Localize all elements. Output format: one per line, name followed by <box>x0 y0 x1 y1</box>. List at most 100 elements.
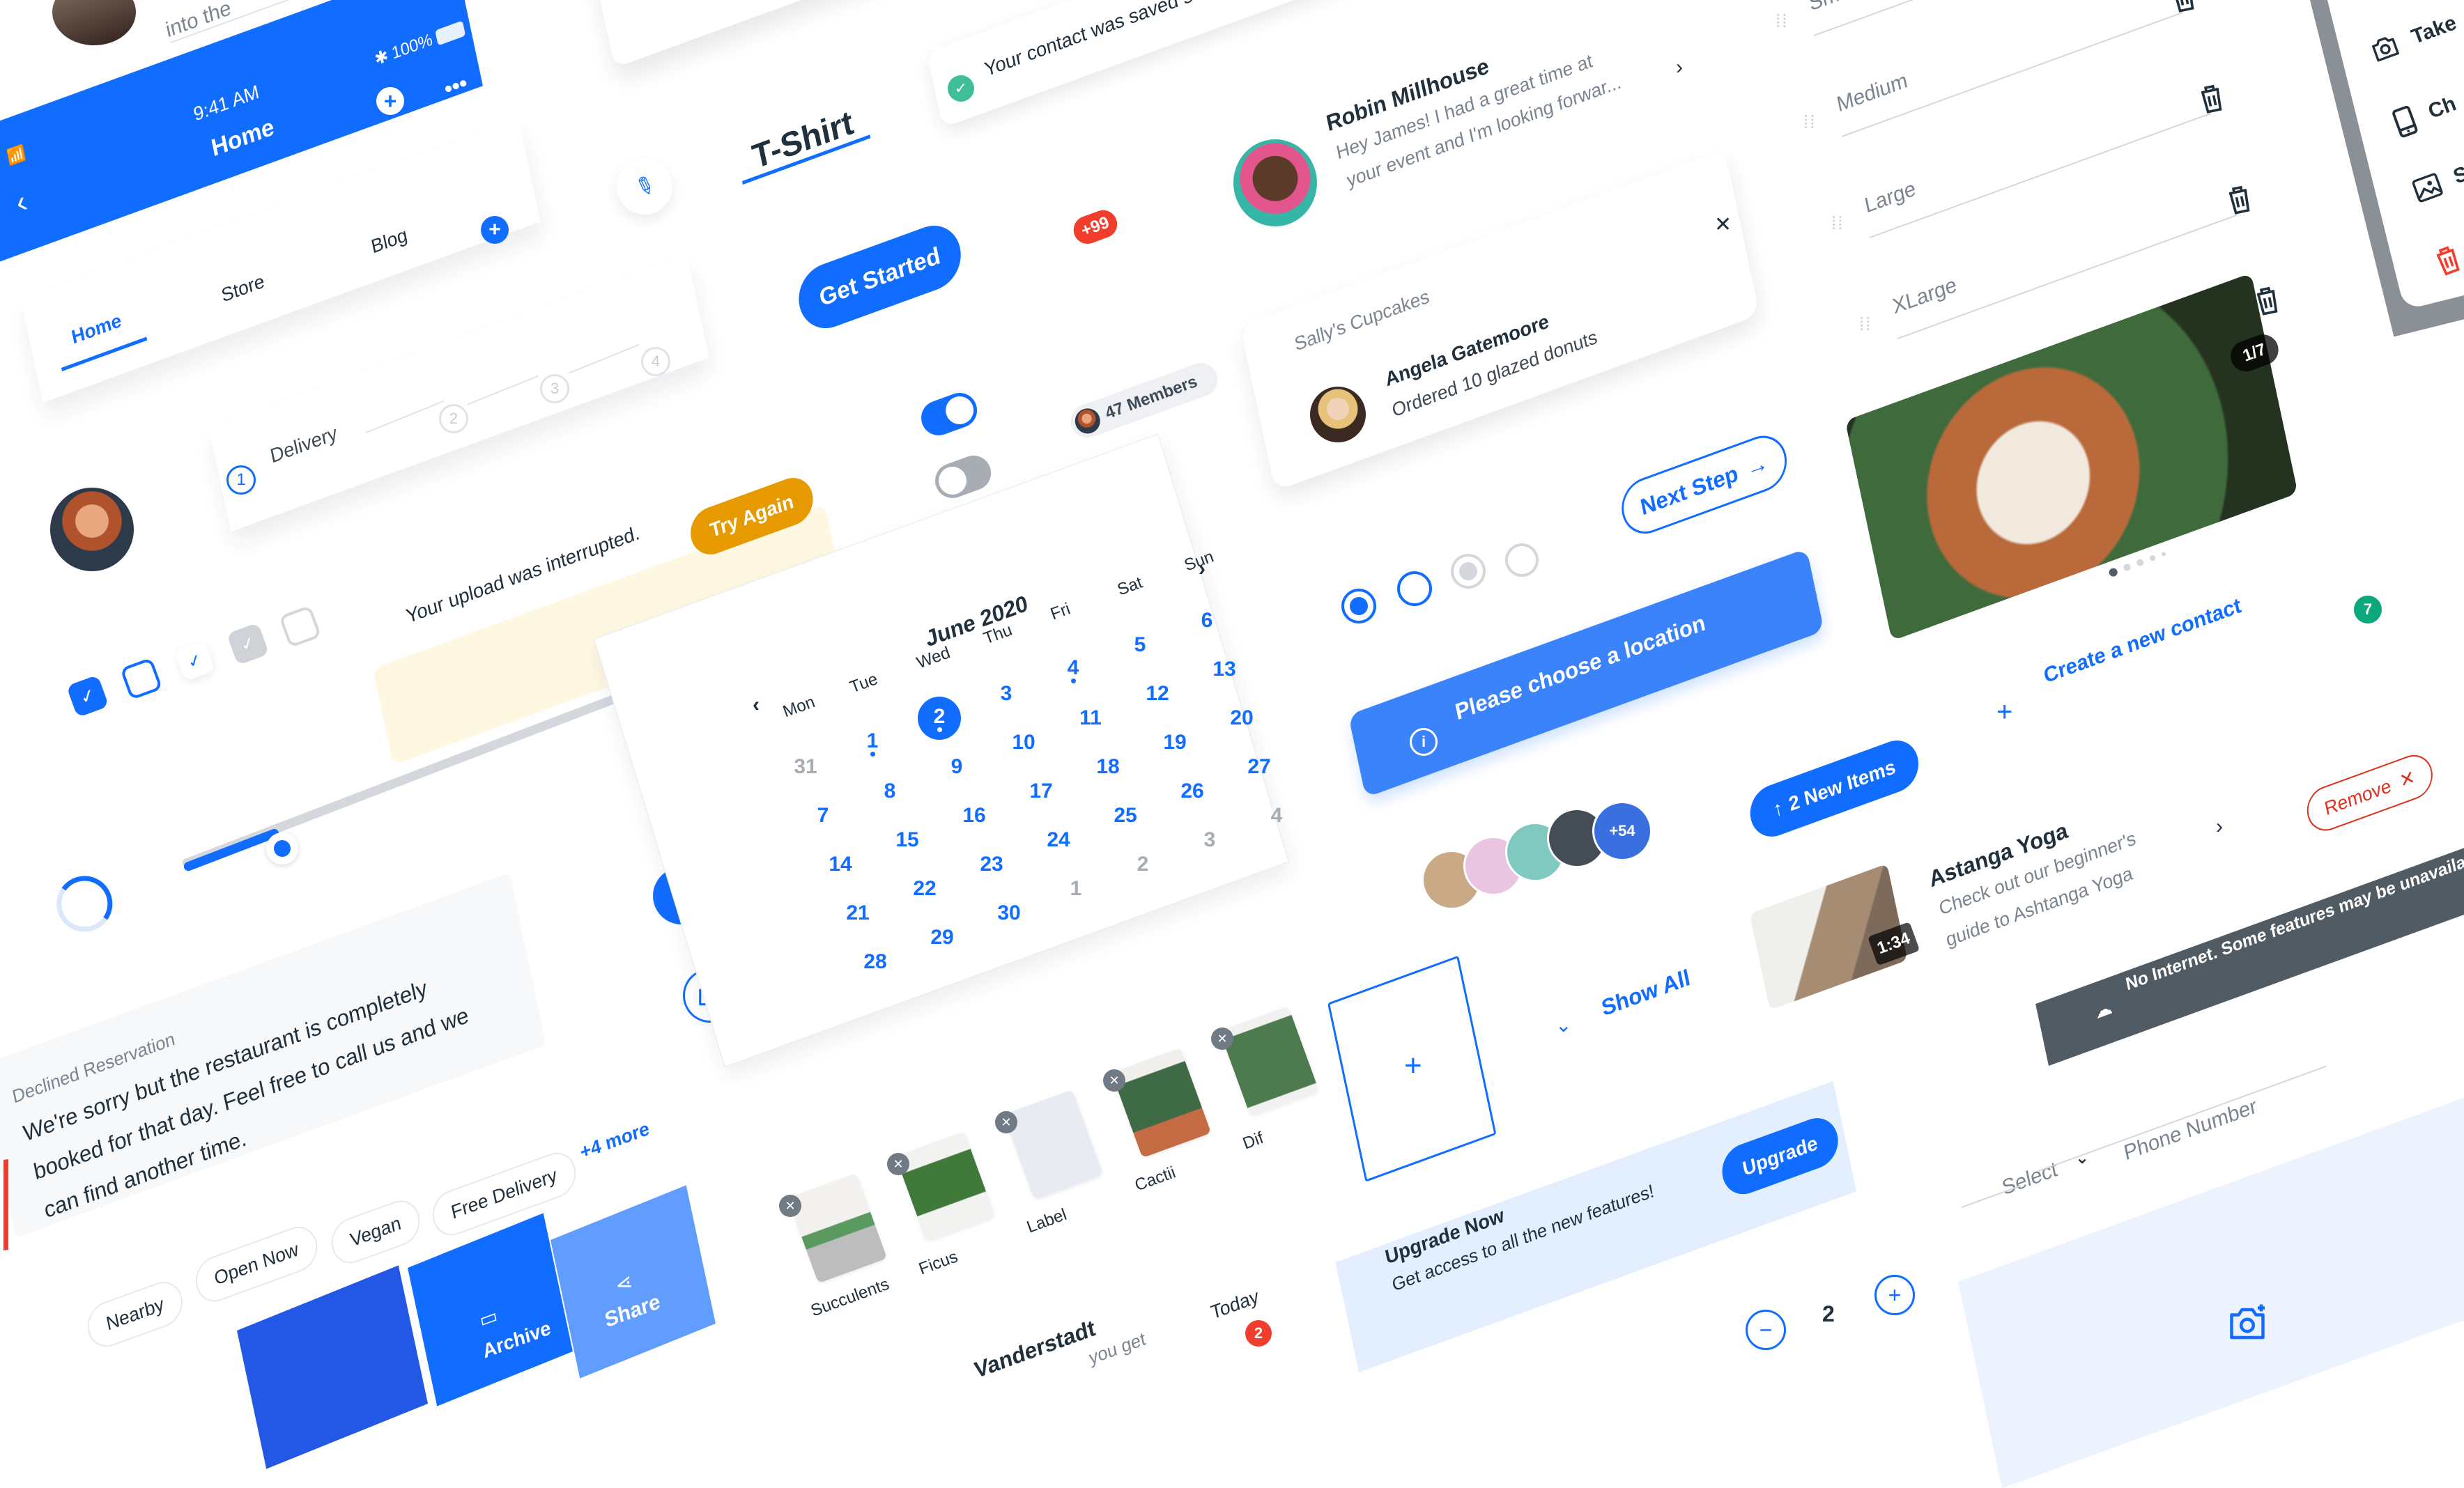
remove-thumbnail-icon[interactable]: ✕ <box>887 1153 909 1175</box>
checkbox-checked-light[interactable]: ✓ <box>174 640 215 682</box>
calendar-day[interactable]: 24 <box>1037 819 1080 862</box>
chip-vegan[interactable]: Vegan <box>328 1194 424 1270</box>
radio-selected[interactable] <box>1341 589 1376 623</box>
page-dot[interactable] <box>2161 551 2166 557</box>
calendar-day[interactable]: 5 <box>1118 623 1162 667</box>
toggle-on[interactable] <box>916 387 983 440</box>
calendar-day[interactable]: 10 <box>1002 721 1045 764</box>
page-dot[interactable] <box>2123 562 2132 572</box>
calendar-day[interactable]: 8 <box>868 770 911 813</box>
remove-chip[interactable]: Remove ✕ <box>2303 749 2437 837</box>
calendar-day-selected[interactable]: 2 <box>918 697 961 740</box>
calendar-day[interactable]: 3 <box>985 672 1028 715</box>
page-dot-active[interactable] <box>2108 566 2119 578</box>
remove-thumbnail-icon[interactable]: ✕ <box>995 1111 1017 1133</box>
calendar-day[interactable]: 16 <box>953 794 996 837</box>
increment-button[interactable]: + <box>1874 1275 1915 1315</box>
calendar-day[interactable]: 22 <box>903 867 946 910</box>
calendar-day[interactable]: 18 <box>1086 745 1130 789</box>
page-dot[interactable] <box>2135 558 2145 567</box>
thumbnail-image[interactable] <box>787 1173 888 1284</box>
step-2[interactable]: 2 <box>439 404 468 433</box>
size-option-input[interactable]: XLarge <box>1891 273 1959 320</box>
new-items-button[interactable]: ↑ 2 New Items <box>1746 733 1923 844</box>
thumbnail-placeholder[interactable] <box>1003 1090 1104 1200</box>
loading-spinner <box>52 871 117 936</box>
step-1[interactable]: 1 <box>226 465 256 495</box>
create-contact-link[interactable]: Create a new contact <box>2042 594 2243 688</box>
calendar-prev-icon[interactable]: ‹ <box>753 693 760 717</box>
page-dot[interactable] <box>2148 554 2157 562</box>
calendar-day[interactable]: 23 <box>970 843 1013 886</box>
radio-unselected[interactable] <box>1397 571 1432 606</box>
size-option-input[interactable]: Medium <box>1835 69 1909 118</box>
trash-icon[interactable] <box>2197 82 2227 118</box>
toggle-off[interactable] <box>930 450 996 503</box>
remove-thumbnail-icon[interactable]: ✕ <box>1103 1069 1125 1092</box>
product-title-tab[interactable]: T-Shirt <box>749 103 856 177</box>
calendar-day[interactable]: 19 <box>1153 721 1196 764</box>
calendar-day[interactable]: 21 <box>836 892 879 935</box>
thumbnail-image[interactable] <box>1111 1048 1212 1158</box>
size-option-input[interactable]: Small <box>1807 0 1861 17</box>
members-chip[interactable]: 47 Members <box>1066 358 1223 443</box>
chips-more-link[interactable]: +4 more <box>578 1117 652 1163</box>
calendar-day-number: 11 <box>1079 706 1102 729</box>
calendar-day[interactable]: 4 <box>1052 648 1095 691</box>
chip-free-delivery[interactable]: Free Delivery <box>429 1146 580 1242</box>
phone-number-input[interactable]: Phone Number <box>2122 1094 2259 1166</box>
image-gallery[interactable] <box>1845 272 2298 642</box>
close-icon[interactable]: ✕ <box>1714 212 1732 237</box>
avatar-overflow[interactable]: +54 <box>1592 801 1652 861</box>
calendar-day[interactable]: 15 <box>886 819 929 862</box>
edit-button[interactable]: ✎ <box>617 159 672 215</box>
drag-handle-icon[interactable]: ⁞⁞ <box>1831 214 1844 232</box>
chevron-right-icon[interactable]: › <box>1676 56 1683 79</box>
checkbox-unchecked[interactable] <box>120 657 163 701</box>
chevron-right-icon[interactable]: › <box>2216 815 2223 839</box>
calendar-day[interactable]: 30 <box>987 892 1031 935</box>
calendar-day[interactable]: 28 <box>854 940 897 984</box>
next-step-button[interactable]: Next Step → <box>1617 428 1792 542</box>
calendar-day[interactable]: 25 <box>1104 794 1147 837</box>
calendar-day[interactable]: 14 <box>819 843 862 886</box>
calendar-day-number: 12 <box>1146 682 1169 705</box>
calendar-day[interactable]: 6 <box>1185 599 1229 642</box>
calendar-day[interactable]: 11 <box>1069 697 1112 740</box>
header-add-button[interactable]: + <box>376 87 404 115</box>
swipe-action-share[interactable] <box>550 1185 716 1379</box>
trash-icon[interactable] <box>2225 183 2255 219</box>
chip-open-now[interactable]: Open Now <box>192 1220 321 1308</box>
calendar-day[interactable]: 7 <box>801 794 845 837</box>
drag-handle-icon[interactable]: ⁞⁞ <box>1803 113 1816 131</box>
thumbnail-image[interactable] <box>1219 1006 1320 1117</box>
remove-thumbnail-icon[interactable]: ✕ <box>779 1195 801 1217</box>
step-4[interactable]: 4 <box>641 347 670 376</box>
slider-handle[interactable] <box>266 832 298 865</box>
calendar-day[interactable]: 1 <box>851 721 894 764</box>
calendar-day[interactable]: 12 <box>1136 672 1179 715</box>
calendar-day[interactable]: 13 <box>1203 648 1246 691</box>
photo-upload-area[interactable] <box>1958 1091 2464 1488</box>
checkbox-checked[interactable]: ✓ <box>66 674 109 718</box>
swipe-action-primary[interactable] <box>237 1265 429 1469</box>
drag-handle-icon[interactable]: ⁞⁞ <box>1776 12 1788 30</box>
step-3[interactable]: 3 <box>540 374 569 403</box>
calendar-day[interactable]: 17 <box>1019 770 1063 813</box>
show-all-link[interactable]: Show All <box>1599 964 1693 1021</box>
thumbnail-image[interactable] <box>895 1131 996 1242</box>
chip-nearby[interactable]: Nearby <box>84 1276 187 1354</box>
size-option-input[interactable]: Large <box>1863 177 1918 219</box>
remove-thumbnail-icon[interactable]: ✕ <box>1211 1028 1233 1050</box>
calendar-day[interactable]: 29 <box>921 916 964 959</box>
calendar-day[interactable]: 27 <box>1238 745 1281 789</box>
drag-handle-icon[interactable]: ⁞⁞ <box>1859 315 1872 333</box>
country-select[interactable]: Select <box>2000 1157 2060 1200</box>
calendar-day[interactable]: 26 <box>1171 770 1214 813</box>
get-started-button[interactable]: Get Started <box>793 217 967 337</box>
close-icon[interactable]: ✕ <box>2398 766 2417 792</box>
calendar-day[interactable]: 9 <box>935 745 978 789</box>
calendar-day[interactable]: 20 <box>1220 697 1263 740</box>
decrement-button[interactable]: − <box>1746 1310 1786 1350</box>
tab-add-button[interactable]: + <box>481 216 509 244</box>
